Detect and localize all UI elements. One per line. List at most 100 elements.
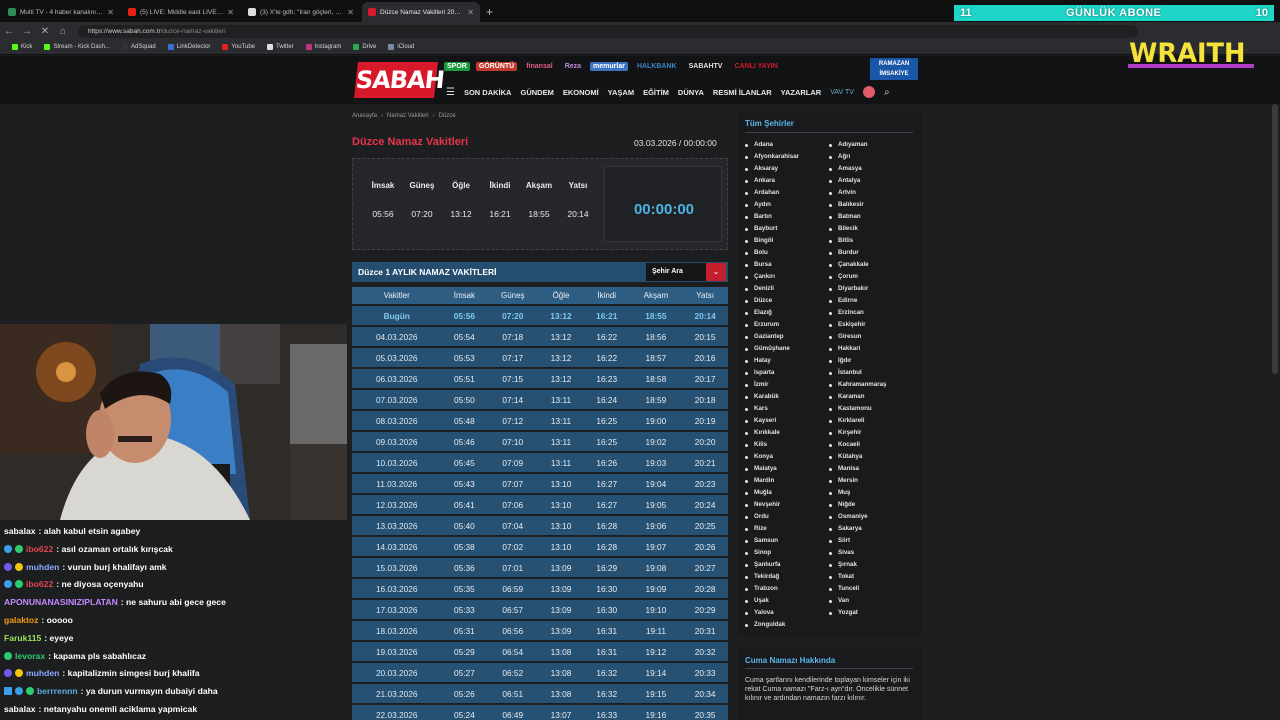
brand-link[interactable]: Reza bbox=[562, 62, 584, 71]
browser-tab[interactable]: Düzce Namaz Vakitleri 2026 - Ezan ✕ bbox=[362, 2, 480, 22]
page-scrollbar[interactable] bbox=[1272, 104, 1278, 374]
city-link[interactable]: Bursa bbox=[745, 259, 825, 271]
city-link[interactable]: Ardahan bbox=[745, 187, 825, 199]
vav-tv-link[interactable]: VAV TV bbox=[830, 89, 854, 96]
city-link[interactable]: Aksaray bbox=[745, 163, 825, 175]
city-link[interactable]: Muş bbox=[829, 487, 909, 499]
city-link[interactable]: Isparta bbox=[745, 367, 825, 379]
chat-username[interactable]: berrrennn bbox=[37, 686, 78, 696]
chat-username[interactable]: ibo622 bbox=[26, 544, 53, 554]
record-icon[interactable] bbox=[862, 86, 875, 98]
city-link[interactable]: Iğdır bbox=[829, 355, 909, 367]
sabah-logo[interactable]: SABAH bbox=[354, 62, 445, 98]
bookmark-item[interactable]: LinkDetector bbox=[167, 44, 210, 50]
city-link[interactable]: Eskişehir bbox=[829, 319, 909, 331]
city-link[interactable]: Diyarbakır bbox=[829, 283, 909, 295]
chat-username[interactable]: levorax bbox=[15, 651, 45, 661]
city-link[interactable]: Çankırı bbox=[745, 271, 825, 283]
city-link[interactable]: Hatay bbox=[745, 355, 825, 367]
city-link[interactable]: Bilecik bbox=[829, 223, 909, 235]
city-link[interactable]: Bolu bbox=[745, 247, 825, 259]
city-link[interactable]: Çanakkale bbox=[829, 259, 909, 271]
breadcrumb-namaz[interactable]: Namaz Vakitleri bbox=[387, 113, 429, 119]
city-link[interactable]: Sinop bbox=[745, 547, 825, 559]
brand-link[interactable]: HALKBANK bbox=[634, 62, 680, 71]
city-link[interactable]: Karabük bbox=[745, 391, 825, 403]
city-link[interactable]: Zonguldak bbox=[745, 619, 825, 631]
city-link[interactable]: Mersin bbox=[829, 475, 909, 487]
city-link[interactable]: Bartın bbox=[745, 211, 825, 223]
city-link[interactable]: Elazığ bbox=[745, 307, 825, 319]
city-link[interactable]: Kayseri bbox=[745, 415, 825, 427]
brand-link[interactable]: GÖRÜNTÜ bbox=[475, 62, 518, 71]
bookmark-item[interactable]: Drive bbox=[353, 44, 376, 50]
city-link[interactable]: Ordu bbox=[745, 511, 825, 523]
city-link[interactable]: İstanbul bbox=[829, 367, 909, 379]
nav-item[interactable]: GÜNDEM bbox=[520, 88, 553, 97]
close-icon[interactable]: ✕ bbox=[107, 8, 114, 17]
city-link[interactable]: Düzce bbox=[745, 295, 825, 307]
browser-tab[interactable]: (5) LIVE: Middle east LIVE HD ✕ bbox=[122, 2, 240, 22]
bookmark-item[interactable]: iCloud bbox=[388, 44, 414, 50]
city-link[interactable]: Sivas bbox=[829, 547, 909, 559]
city-link[interactable]: Kırıkkale bbox=[745, 427, 825, 439]
city-link[interactable]: Tunceli bbox=[829, 583, 909, 595]
city-link[interactable]: Giresun bbox=[829, 331, 909, 343]
reload-icon[interactable]: ✕ bbox=[36, 26, 54, 37]
city-link[interactable]: Burdur bbox=[829, 247, 909, 259]
chat-username[interactable]: Faruk115 bbox=[4, 633, 41, 643]
city-link[interactable]: Malatya bbox=[745, 463, 825, 475]
city-link[interactable]: Adıyaman bbox=[829, 139, 909, 151]
city-link[interactable]: Amasya bbox=[829, 163, 909, 175]
city-link[interactable]: Van bbox=[829, 595, 909, 607]
city-link[interactable]: Gaziantep bbox=[745, 331, 825, 343]
nav-item[interactable]: YAŞAM bbox=[608, 88, 634, 97]
nav-item[interactable]: EĞİTİM bbox=[643, 88, 669, 97]
city-link[interactable]: Balıkesir bbox=[829, 199, 909, 211]
browser-tab[interactable]: (3) X'te gdh: "İran göçleri, Birleşik✕ bbox=[242, 2, 360, 22]
city-link[interactable]: Kütahya bbox=[829, 451, 909, 463]
brand-link[interactable]: memurlar bbox=[590, 62, 628, 71]
city-link[interactable]: Tekirdağ bbox=[745, 571, 825, 583]
city-link[interactable]: Ağrı bbox=[829, 151, 909, 163]
bookmark-item[interactable]: Kick bbox=[12, 44, 32, 50]
city-link[interactable]: Kilis bbox=[745, 439, 825, 451]
city-link[interactable]: Erzincan bbox=[829, 307, 909, 319]
chat-username[interactable]: muhden bbox=[26, 668, 59, 678]
city-link[interactable]: Uşak bbox=[745, 595, 825, 607]
city-link[interactable]: Kars bbox=[745, 403, 825, 415]
nav-item[interactable]: YAZARLAR bbox=[781, 88, 822, 97]
chat-username[interactable]: sabalax bbox=[4, 704, 36, 714]
city-link[interactable]: Niğde bbox=[829, 499, 909, 511]
forward-icon[interactable]: → bbox=[18, 26, 36, 37]
chat-username[interactable]: muhden bbox=[26, 562, 59, 572]
city-link[interactable]: Osmaniye bbox=[829, 511, 909, 523]
city-link[interactable]: Erzurum bbox=[745, 319, 825, 331]
brand-link[interactable]: SABAHTV bbox=[686, 62, 726, 71]
close-icon[interactable]: ✕ bbox=[467, 8, 474, 17]
city-link[interactable]: Denizli bbox=[745, 283, 825, 295]
brand-link[interactable]: CANLI YAYIN bbox=[731, 62, 780, 71]
city-link[interactable]: Bingöl bbox=[745, 235, 825, 247]
browser-tab[interactable]: Multi TV - 4 haber kanalını aynı ✕ bbox=[2, 2, 120, 22]
hamburger-icon[interactable]: ☰ bbox=[446, 87, 455, 98]
city-link[interactable]: Mardin bbox=[745, 475, 825, 487]
city-link[interactable]: Bayburt bbox=[745, 223, 825, 235]
city-link[interactable]: Artvin bbox=[829, 187, 909, 199]
city-link[interactable]: Gümüşhane bbox=[745, 343, 825, 355]
city-link[interactable]: Ankara bbox=[745, 175, 825, 187]
city-link[interactable]: Yozgat bbox=[829, 607, 909, 619]
city-link[interactable]: Aydın bbox=[745, 199, 825, 211]
city-link[interactable]: Afyonkarahisar bbox=[745, 151, 825, 163]
city-link[interactable]: Sakarya bbox=[829, 523, 909, 535]
ramazan-imsakiye-button[interactable]: RAMAZAN İMSAKİYE bbox=[870, 58, 918, 80]
chat-username[interactable]: galaktoz bbox=[4, 615, 38, 625]
nav-item[interactable]: EKONOMİ bbox=[563, 88, 599, 97]
bookmark-item[interactable]: YouTube bbox=[222, 44, 255, 50]
city-link[interactable]: Karaman bbox=[829, 391, 909, 403]
brand-link[interactable]: SPOR bbox=[444, 62, 470, 71]
chat-username[interactable]: sabalax bbox=[4, 526, 36, 536]
close-icon[interactable]: ✕ bbox=[227, 8, 234, 17]
city-link[interactable]: Konya bbox=[745, 451, 825, 463]
city-link[interactable]: Antalya bbox=[829, 175, 909, 187]
